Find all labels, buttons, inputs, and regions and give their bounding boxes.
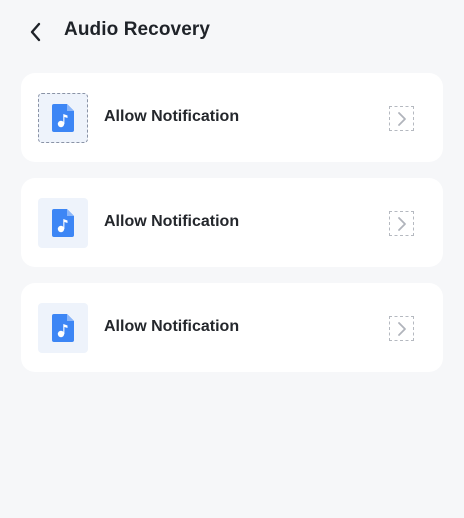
chevron-right-icon[interactable] (389, 211, 414, 236)
item-label: Allow Notification (104, 108, 240, 125)
item-label: Allow Notification (104, 318, 240, 335)
notification-list: Allow Notification Allow Notification Al… (21, 73, 443, 388)
chevron-right-icon[interactable] (389, 316, 414, 341)
header: Audio Recovery (0, 0, 464, 64)
chevron-left-icon (30, 22, 41, 42)
music-file-icon (52, 209, 74, 237)
music-file-icon (52, 104, 74, 132)
chevron-right-icon[interactable] (389, 106, 414, 131)
music-file-icon-tile (38, 303, 88, 353)
list-item[interactable]: Allow Notification (21, 178, 443, 267)
music-file-icon-tile (38, 198, 88, 248)
item-label: Allow Notification (104, 213, 240, 230)
back-button[interactable] (22, 18, 50, 46)
music-file-icon-tile (38, 93, 88, 143)
audio-recovery-screen: Audio Recovery Allow Notification Allow … (0, 0, 464, 518)
page-title: Audio Recovery (64, 19, 211, 40)
music-file-icon (52, 314, 74, 342)
list-item[interactable]: Allow Notification (21, 283, 443, 372)
list-item[interactable]: Allow Notification (21, 73, 443, 162)
